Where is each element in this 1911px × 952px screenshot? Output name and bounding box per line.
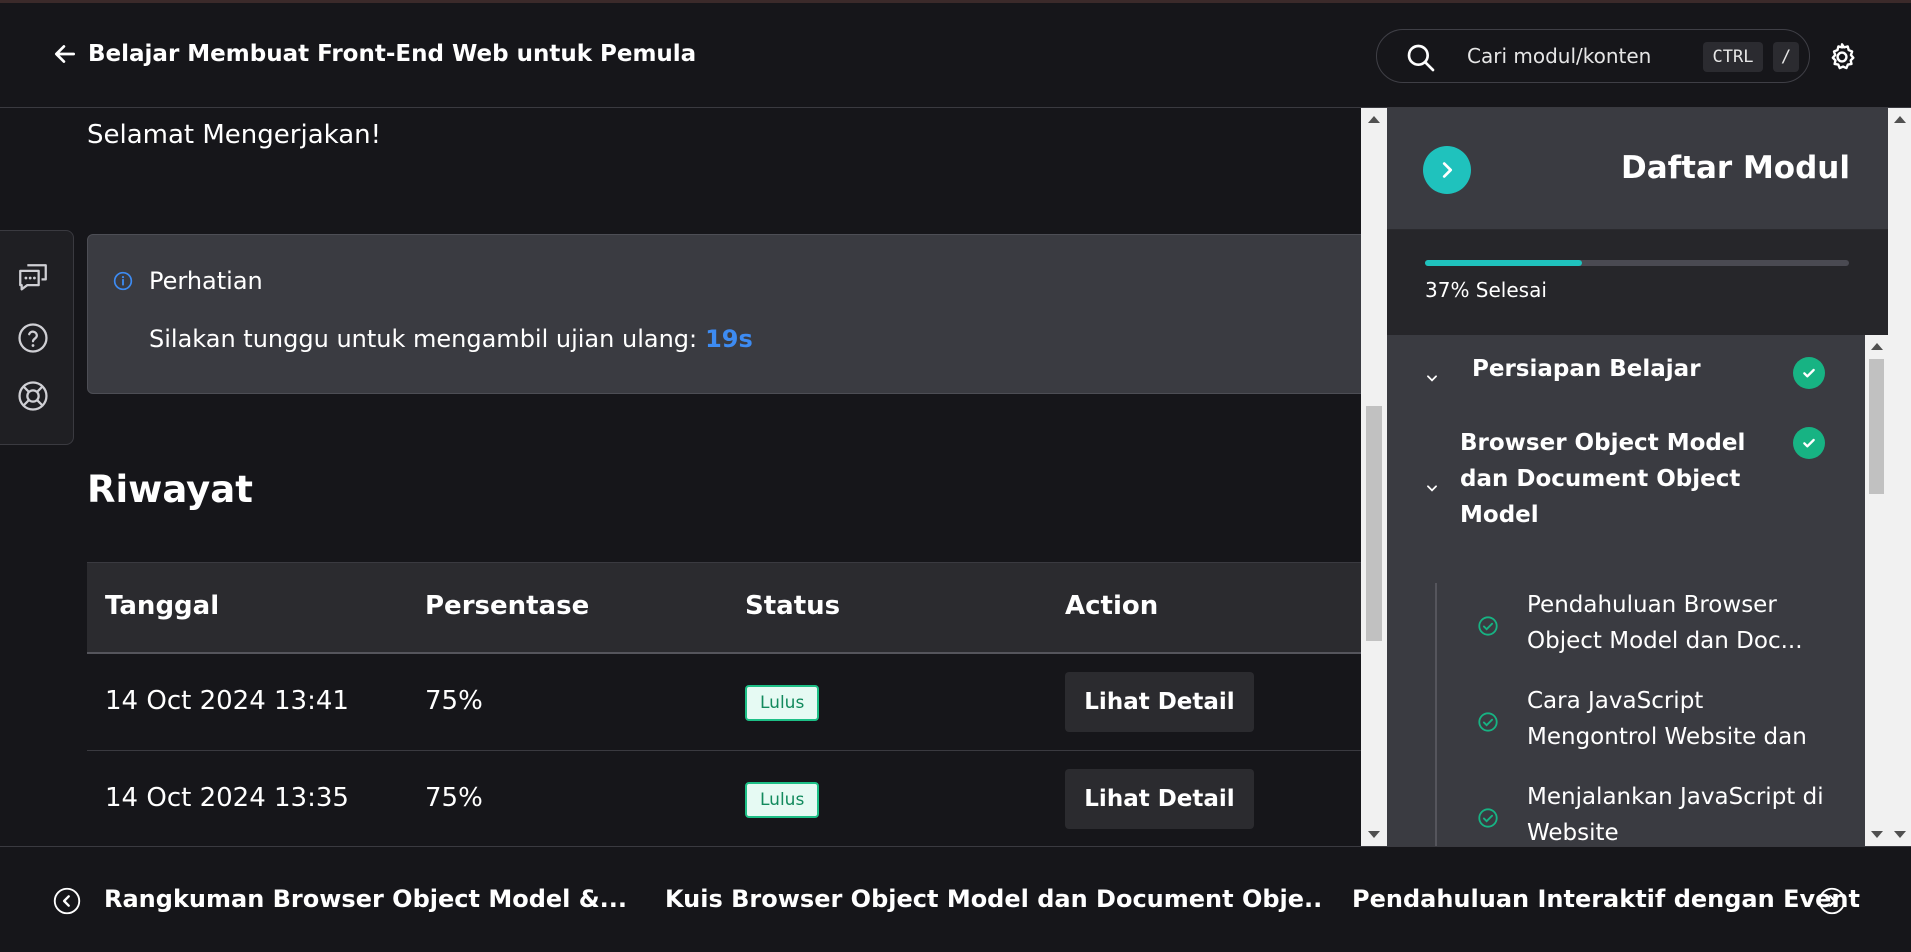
module-panel: Daftar Modul 37% Selesai Persiapan Belaj… — [1387, 108, 1888, 846]
submodule-item[interactable]: Cara JavaScript Mengontrol Website dan — [1387, 683, 1865, 763]
submodule-item[interactable]: Menjalankan JavaScript di Website — [1387, 779, 1865, 846]
history-title: Riwayat — [87, 468, 253, 511]
row-date: 14 Oct 2024 13:41 — [105, 686, 349, 716]
module-name-line: Browser Object Model — [1460, 430, 1746, 456]
table-row: 14 Oct 2024 13:35 75% Lulus Lihat Detail — [87, 751, 1361, 846]
chevron-down-icon — [1427, 485, 1437, 492]
gear-icon — [1831, 43, 1855, 70]
module-complete-badge — [1793, 357, 1825, 389]
check-circle-icon — [1478, 808, 1498, 828]
scrollbar-thumb[interactable] — [1869, 359, 1884, 494]
submodule-name-line: Cara JavaScript — [1527, 688, 1704, 714]
check-circle-icon — [1478, 616, 1498, 636]
collapse-panel-button[interactable] — [1423, 146, 1471, 194]
attention-notice: Perhatian Silakan tunggu untuk mengambil… — [87, 234, 1361, 394]
table-header: Tanggal Persentase Status Action — [87, 562, 1361, 654]
notice-message-text: Silakan tunggu untuk mengambil ujian ula… — [149, 325, 698, 353]
back-button[interactable]: Belajar Membuat Front-End Web untuk Pemu… — [52, 41, 696, 67]
column-header-status: Status — [745, 591, 841, 621]
row-percent: 75% — [425, 783, 483, 813]
scroll-up-arrow[interactable] — [1894, 116, 1906, 123]
progress-fill — [1425, 260, 1582, 266]
history-table: Tanggal Persentase Status Action 14 Oct … — [87, 562, 1361, 846]
view-detail-button[interactable]: Lihat Detail — [1065, 672, 1254, 732]
check-icon — [1803, 438, 1815, 448]
main-content: Selamat Mengerjakan! Perhatian Silakan t… — [0, 108, 1361, 846]
submodule-name-line: Mengontrol Website dan — [1527, 724, 1807, 750]
search-bar[interactable]: Cari modul/konten CTRL / — [1376, 29, 1810, 83]
row-percent: 75% — [425, 686, 483, 716]
module-panel-header: Daftar Modul — [1387, 108, 1888, 230]
scroll-down-arrow[interactable] — [1894, 831, 1906, 838]
chevron-right-icon — [1442, 162, 1453, 178]
kbd-ctrl: CTRL — [1703, 42, 1763, 72]
support-button[interactable] — [16, 379, 50, 417]
module-panel-title: Daftar Modul — [1621, 150, 1850, 186]
notice-message: Silakan tunggu untuk mengambil ujian ula… — [149, 325, 753, 353]
column-header-percent: Persentase — [425, 591, 590, 621]
check-circle-icon — [1478, 712, 1498, 732]
module-list-scrollbar[interactable] — [1865, 335, 1888, 846]
help-button[interactable] — [16, 321, 50, 359]
module-complete-badge — [1793, 427, 1825, 459]
submodule-name-line: Object Model dan Doc... — [1527, 628, 1803, 654]
module-list: Persiapan Belajar Browser Object Model d… — [1387, 335, 1865, 846]
submodule-name-line: Menjalankan JavaScript di — [1527, 784, 1824, 810]
module-name-line: dan Document Object — [1460, 466, 1741, 492]
module-name: Persiapan Belajar — [1472, 356, 1701, 382]
submodule-name-line: Website — [1527, 820, 1619, 846]
top-bar: Belajar Membuat Front-End Web untuk Pemu… — [0, 0, 1911, 108]
page-scrollbar[interactable] — [1888, 108, 1911, 846]
scrollbar-thumb[interactable] — [1366, 406, 1382, 641]
main-scrollbar[interactable] — [1361, 108, 1387, 846]
next-module-link[interactable]: Pendahuluan Interaktif dengan Event — [1352, 885, 1860, 913]
progress-label: 37% Selesai — [1425, 278, 1547, 302]
chevron-down-icon — [1427, 375, 1437, 382]
chat-icon — [19, 264, 47, 291]
progress-track — [1425, 260, 1849, 266]
search-icon — [1407, 44, 1435, 72]
bottom-navigation: Rangkuman Browser Object Model &... Kuis… — [0, 846, 1911, 952]
retry-countdown: 19s — [705, 325, 753, 353]
module-name-line: Model — [1460, 502, 1539, 528]
scroll-down-arrow[interactable] — [1368, 831, 1380, 838]
module-item[interactable]: Browser Object Model dan Document Object… — [1387, 425, 1865, 555]
chevron-left-icon[interactable] — [53, 887, 81, 915]
info-icon — [113, 271, 133, 291]
help-icon — [18, 323, 48, 353]
check-icon — [1803, 368, 1815, 378]
row-date: 14 Oct 2024 13:35 — [105, 783, 349, 813]
table-row: 14 Oct 2024 13:41 75% Lulus Lihat Detail — [87, 654, 1361, 751]
submodule-item[interactable]: Pendahuluan Browser Object Model dan Doc… — [1387, 587, 1865, 667]
chevron-right-icon[interactable] — [1818, 887, 1846, 915]
search-placeholder: Cari modul/konten — [1467, 44, 1652, 68]
settings-button[interactable] — [1826, 41, 1858, 77]
kbd-slash: / — [1773, 42, 1799, 72]
submodule-name-line: Pendahuluan Browser — [1527, 592, 1777, 618]
scroll-down-arrow[interactable] — [1871, 831, 1883, 838]
previous-module-link[interactable]: Rangkuman Browser Object Model &... — [104, 885, 627, 913]
current-module-link[interactable]: Kuis Browser Object Model dan Document O… — [665, 885, 1322, 913]
course-title: Belajar Membuat Front-End Web untuk Pemu… — [88, 41, 697, 67]
support-icon — [18, 381, 48, 411]
column-header-date: Tanggal — [105, 591, 220, 621]
arrow-left-icon — [54, 45, 76, 63]
discussion-button[interactable] — [16, 261, 50, 299]
status-badge: Lulus — [745, 685, 820, 721]
side-toolbar — [0, 230, 74, 445]
scroll-up-arrow[interactable] — [1871, 343, 1883, 350]
notice-title: Perhatian — [149, 267, 263, 295]
module-item[interactable]: Persiapan Belajar — [1387, 335, 1865, 421]
status-badge: Lulus — [745, 782, 820, 818]
greeting-text: Selamat Mengerjakan! — [87, 120, 382, 150]
course-progress: 37% Selesai — [1387, 230, 1888, 335]
scroll-up-arrow[interactable] — [1368, 116, 1380, 123]
column-header-action: Action — [1065, 591, 1159, 621]
view-detail-button[interactable]: Lihat Detail — [1065, 769, 1254, 829]
